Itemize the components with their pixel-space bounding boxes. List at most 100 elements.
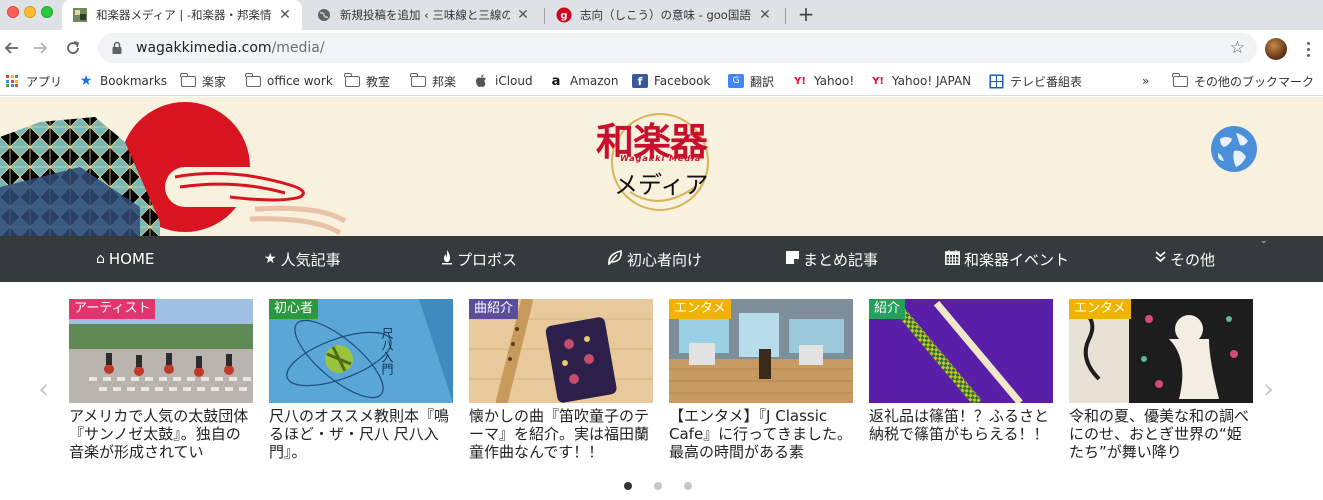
card-title[interactable]: 懐かしの曲『笛吹童子のテーマ』を紹介。実は福田蘭童作曲なんです！！: [469, 407, 653, 459]
svg-text:g: g: [560, 11, 567, 22]
goo-favicon-icon: g: [556, 7, 572, 23]
translate-icon: G: [728, 74, 744, 88]
tab-title: 和楽器メディア | -和楽器・邦楽情: [96, 8, 272, 22]
header-decoration-illustration: [0, 102, 355, 236]
globe-icon: [316, 7, 332, 23]
bookmark-bookmarks[interactable]: ★ Bookmarks: [78, 72, 167, 90]
apps-grid-icon: [4, 74, 20, 88]
card-category-badge[interactable]: 紹介: [869, 299, 906, 319]
globe-icon[interactable]: [1210, 125, 1258, 173]
home-icon: ⌂: [96, 251, 105, 267]
fire-icon: [441, 249, 453, 269]
main-navigation: ⌂ HOME ★ 人気記事 プロポス 初心者向け まとめ記事 和楽器イベント その他: [0, 236, 1323, 282]
carousel-card[interactable]: エンタメ 令和の夏、優美な和の調べにのせ、おとぎ世界の“姫たち”が舞い降り: [1069, 299, 1253, 459]
bookmark-other-bookmarks[interactable]: その他のブックマーク: [1172, 72, 1314, 90]
bookmark-translate[interactable]: G 翻訳: [728, 72, 774, 90]
nav-item-summary[interactable]: まとめ記事: [786, 236, 878, 282]
bookmark-folder-hougaku[interactable]: 邦楽: [410, 72, 456, 90]
nav-item-beginner[interactable]: 初心者向け: [607, 236, 702, 282]
carousel-pagination: [0, 482, 1323, 492]
bookmark-yahoo-japan[interactable]: Y! Yahoo! JAPAN: [870, 72, 971, 90]
minimize-window-button[interactable]: [24, 6, 36, 18]
browser-tab-strip: 和楽器メディア | -和楽器・邦楽情 ✕ 新規投稿を追加 ‹ 三味線と三線の ✕…: [0, 0, 1323, 30]
card-title[interactable]: 【エンタメ】『J Classic Cafe』に行ってきました。最高の時間がある素: [669, 407, 853, 459]
back-button[interactable]: [0, 36, 24, 60]
tv-guide-icon: [988, 74, 1004, 88]
reload-button[interactable]: [61, 36, 85, 60]
card-category-badge[interactable]: アーティスト: [69, 299, 156, 319]
new-tab-button[interactable]: +: [794, 2, 818, 26]
folder-icon: [245, 72, 261, 88]
browser-tab-wagakki[interactable]: 和楽器メディア | -和楽器・邦楽情 ✕: [62, 0, 302, 30]
bookmark-folder-kyoshitsu[interactable]: 教室: [344, 72, 390, 90]
apple-icon: [473, 74, 489, 88]
star-icon: ★: [79, 73, 93, 89]
folder-icon: [344, 72, 360, 88]
bookmark-star-icon[interactable]: ☆: [1230, 38, 1245, 58]
browser-menu-icon[interactable]: [1300, 38, 1316, 60]
profile-avatar[interactable]: [1265, 38, 1287, 60]
folder-icon: [180, 72, 196, 88]
card-title[interactable]: アメリカで人気の太鼓団体『サンノゼ太鼓』。独自の音楽が形成されてい: [69, 407, 253, 459]
arrow-right-icon: [34, 42, 48, 54]
facebook-icon: f: [632, 74, 648, 88]
carousel-card[interactable]: アーティスト アメリカで人気の太鼓団体『サンノゼ太鼓』。独自の音楽が形成されてい: [69, 299, 253, 459]
address-bar[interactable]: wagakkimedia.com/media/ ☆: [98, 33, 1257, 63]
arrow-left-icon: [4, 42, 18, 54]
card-category-badge[interactable]: エンタメ: [1069, 299, 1131, 319]
site-favicon-icon: [72, 7, 88, 23]
card-title[interactable]: 返礼品は篠笛！？ふるさと納税で篠笛がもらえる！！: [869, 407, 1053, 459]
bookmark-facebook[interactable]: f Facebook: [632, 72, 710, 90]
close-tab-icon[interactable]: ✕: [758, 7, 772, 23]
note-icon: [786, 250, 799, 268]
bookmark-amazon[interactable]: a Amazon: [548, 72, 619, 90]
carousel-dot[interactable]: [624, 482, 632, 490]
svg-text:尺八入門: 尺八入門: [380, 327, 394, 375]
carousel-prev-arrow-icon[interactable]: ‹: [38, 372, 49, 405]
folder-icon: [1172, 72, 1188, 88]
carousel-card[interactable]: 尺八入門 初心者 尺八のオススメ教則本『鳴るほど・ザ・尺八 尺八入門』。: [269, 299, 453, 459]
nav-dropdown-caret-icon[interactable]: ⌄: [1260, 236, 1268, 246]
browser-tab-goo-dictionary[interactable]: g 志向（しこう）の意味 - goo国語 ✕: [546, 0, 782, 30]
bookmark-apps[interactable]: アプリ: [4, 72, 62, 90]
tab-title: 新規投稿を追加 ‹ 三味線と三線の: [340, 8, 510, 22]
card-category-badge[interactable]: 曲紹介: [469, 299, 519, 319]
card-category-badge[interactable]: エンタメ: [669, 299, 731, 319]
nav-item-popular[interactable]: ★ 人気記事: [264, 236, 341, 282]
bookmarks-overflow-button[interactable]: »: [1142, 72, 1149, 90]
close-tab-icon[interactable]: ✕: [278, 7, 292, 23]
browser-tab-new-post[interactable]: 新規投稿を追加 ‹ 三味線と三線の ✕: [306, 0, 540, 30]
close-window-button[interactable]: [7, 6, 19, 18]
tab-separator: [785, 8, 786, 24]
carousel-card[interactable]: 曲紹介 懐かしの曲『笛吹童子のテーマ』を紹介。実は福田蘭童作曲なんです！！: [469, 299, 653, 459]
nav-item-home[interactable]: ⌂ HOME: [96, 236, 154, 282]
carousel-dot[interactable]: [654, 482, 662, 490]
maximize-window-button[interactable]: [41, 6, 53, 18]
tab-title: 志向（しこう）の意味 - goo国語: [580, 8, 751, 22]
url-host: wagakkimedia.com: [136, 40, 272, 56]
bookmarks-bar: アプリ ★ Bookmarks 楽家 office work 教室 邦楽 iCl…: [0, 66, 1323, 96]
yahoo-icon: Y!: [794, 75, 806, 87]
bookmark-folder-office-work[interactable]: office work: [245, 72, 333, 90]
forward-button[interactable]: [28, 36, 52, 60]
bookmark-folder-gakka[interactable]: 楽家: [180, 72, 226, 90]
featured-carousel: ‹ › アーティスト アメリカで人気の太鼓団体『サンノゼ太鼓』。独自の音楽が形成…: [0, 282, 1323, 500]
url-path: /media/: [271, 40, 325, 56]
card-title[interactable]: 令和の夏、優美な和の調べにのせ、おとぎ世界の“姫たち”が舞い降り: [1069, 407, 1253, 459]
nav-item-events[interactable]: 和楽器イベント: [945, 236, 1069, 282]
bookmark-tv-guide[interactable]: テレビ番組表: [988, 72, 1082, 90]
carousel-dot[interactable]: [684, 482, 692, 490]
leaf-icon: [607, 249, 623, 269]
nav-item-pros[interactable]: プロポス: [441, 236, 517, 282]
carousel-card[interactable]: 紹介 返礼品は篠笛！？ふるさと納税で篠笛がもらえる！！: [869, 299, 1053, 459]
card-category-badge[interactable]: 初心者: [269, 299, 319, 319]
bookmark-icloud[interactable]: iCloud: [473, 72, 533, 90]
bookmark-yahoo[interactable]: Y! Yahoo!: [792, 72, 854, 90]
nav-item-more[interactable]: その他: [1155, 236, 1215, 282]
carousel-card[interactable]: エンタメ 【エンタメ】『J Classic Cafe』に行ってきました。最高の時…: [669, 299, 853, 459]
carousel-next-arrow-icon[interactable]: ›: [1263, 372, 1274, 405]
folder-icon: [410, 72, 426, 88]
reload-icon: [67, 41, 80, 54]
card-title[interactable]: 尺八のオススメ教則本『鳴るほど・ザ・尺八 尺八入門』。: [269, 407, 453, 459]
close-tab-icon[interactable]: ✕: [516, 7, 530, 23]
